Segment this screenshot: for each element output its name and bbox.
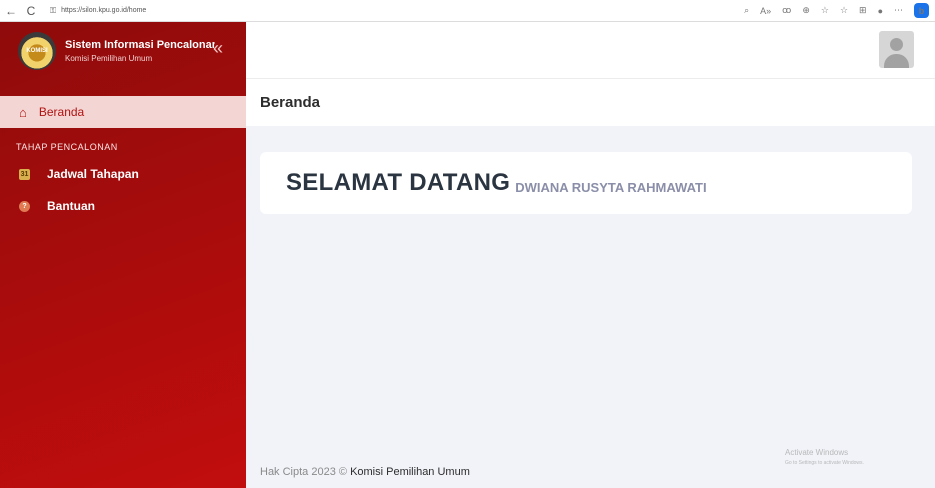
home-icon: ⌂ xyxy=(19,104,27,120)
zoom-icon[interactable]: ⊕ xyxy=(802,5,810,16)
top-bar xyxy=(246,22,935,79)
footer: Hak Cipta 2023 © Komisi Pemilihan Umum xyxy=(260,466,470,478)
sidebar-item-jadwal-tahapan[interactable]: 31 Jadwal Tahapan xyxy=(0,158,246,190)
sidebar: KOMISI Sistem Informasi Pencalonan Komis… xyxy=(0,22,246,488)
url-text: https://silon.kpu.go.id/home xyxy=(61,7,147,14)
favorites-list-icon[interactable]: ☆ xyxy=(840,5,848,16)
user-avatar[interactable] xyxy=(879,31,914,68)
lock-icon: ⚿ xyxy=(50,5,57,15)
back-icon[interactable]: ← xyxy=(2,4,20,18)
help-icon: ? xyxy=(19,200,30,212)
collections-icon[interactable]: ⊞ xyxy=(859,5,867,16)
sidebar-item-label: Beranda xyxy=(38,105,85,119)
profile-icon[interactable]: ● xyxy=(878,6,883,16)
page-title: Beranda xyxy=(260,94,321,111)
read-aloud-icon[interactable]: ⌕ xyxy=(744,5,749,16)
collapse-sidebar-icon[interactable]: « xyxy=(213,38,223,59)
watermark-subtitle: Go to Settings to activate Windows. xyxy=(785,460,864,466)
activate-windows-watermark: Activate Windows Go to Settings to activ… xyxy=(785,447,864,469)
sidebar-section-label: TAHAP PENCALONAN xyxy=(16,142,118,152)
browser-toolbar: ← C ⚿ https://silon.kpu.go.id/home ⌕ A» … xyxy=(0,0,935,22)
browser-actions: ⌕ A» ꝏ ⊕ ☆ ☆ ⊞ ● ⋯ b xyxy=(733,3,929,18)
watermark-title: Activate Windows xyxy=(785,448,849,457)
bing-icon[interactable]: b xyxy=(914,3,929,18)
sidebar-item-label: Bantuan xyxy=(47,199,95,213)
favorite-icon[interactable]: ☆ xyxy=(821,5,829,16)
welcome-heading: SELAMAT DATANG xyxy=(286,169,511,196)
app-title: Sistem Informasi Pencalonan xyxy=(65,39,215,51)
avatar-head-icon xyxy=(890,38,903,51)
more-options-icon[interactable]: ⋯ xyxy=(894,5,903,16)
brand[interactable]: KOMISI Sistem Informasi Pencalonan Komis… xyxy=(0,22,246,80)
reload-icon[interactable]: C xyxy=(22,4,40,18)
immersive-reader-icon[interactable]: A» xyxy=(760,6,771,16)
app-subtitle: Komisi Pemilihan Umum xyxy=(65,54,153,63)
user-name: DWIANA RUSYTA RAHMAWATI xyxy=(515,179,707,195)
address-bar[interactable]: ⚿ https://silon.kpu.go.id/home xyxy=(44,3,733,19)
sidebar-item-label: Jadwal Tahapan xyxy=(47,167,139,181)
sidebar-item-bantuan[interactable]: ? Bantuan xyxy=(0,190,246,222)
welcome-card: SELAMAT DATANG DWIANA RUSYTA RAHMAWATI xyxy=(260,152,912,214)
organization-link[interactable]: Komisi Pemilihan Umum xyxy=(350,466,470,478)
calendar-icon: 31 xyxy=(19,168,30,180)
avatar-body-icon xyxy=(884,54,909,68)
translate-icon[interactable]: ꝏ xyxy=(782,5,791,16)
copyright-text: Hak Cipta 2023 © xyxy=(260,466,347,478)
sidebar-item-beranda[interactable]: ⌂ Beranda xyxy=(0,96,246,128)
kpu-logo: KOMISI xyxy=(18,32,56,70)
logo-text: KOMISI xyxy=(26,48,48,54)
page-header: Beranda xyxy=(246,79,935,126)
